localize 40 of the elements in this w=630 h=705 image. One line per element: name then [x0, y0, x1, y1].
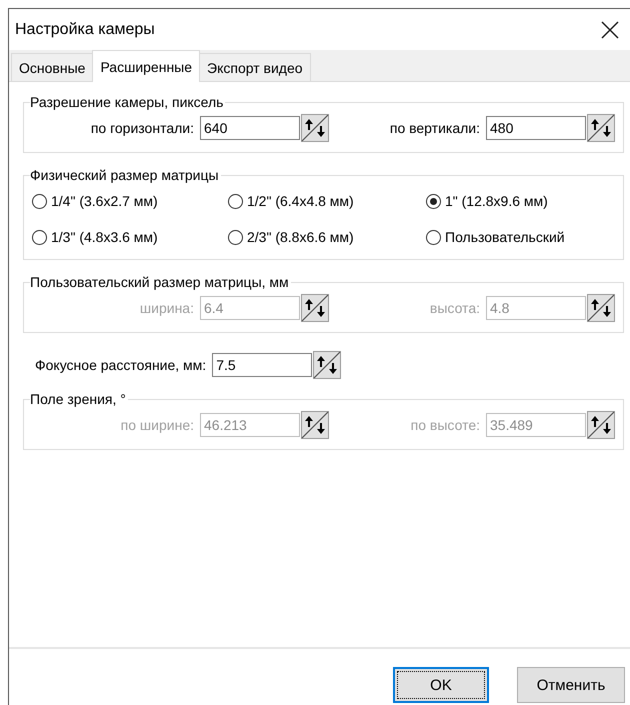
dialog-button[interactable]: Отменить — [517, 667, 625, 703]
radio-option[interactable]: 2/3" (8.8x6.6 мм) — [228, 229, 426, 245]
window-title: Настройка камеры — [15, 20, 155, 38]
radio-button[interactable] — [228, 230, 243, 244]
input-field[interactable]: 7.5 — [212, 353, 312, 377]
group-title: Поле зрения, ° — [30, 391, 127, 407]
tab[interactable]: Основные — [11, 53, 94, 81]
tab[interactable]: Расширенные — [92, 50, 200, 82]
spinner-icon[interactable] — [313, 351, 342, 379]
field-label: по вертикали: — [388, 120, 480, 136]
radio-button[interactable] — [32, 194, 47, 208]
spinner-icon[interactable] — [587, 114, 615, 142]
field-label: по ширине: — [120, 417, 194, 433]
spinner-icon[interactable] — [301, 294, 329, 322]
radio-option[interactable]: 1/4" (3.6x2.7 мм) — [32, 193, 228, 209]
radio-option[interactable]: 1/3" (4.8x3.6 мм) — [32, 229, 228, 245]
radio-button[interactable] — [426, 230, 441, 244]
radio-option[interactable]: 1/2" (6.4x4.8 мм) — [228, 193, 426, 209]
radio-button[interactable] — [228, 194, 243, 208]
spinner-icon[interactable] — [587, 411, 615, 439]
spinner-icon[interactable] — [587, 294, 615, 322]
spinner-icon[interactable] — [301, 114, 329, 142]
radio-button[interactable] — [32, 230, 47, 244]
field-label: высота: — [428, 300, 480, 316]
group-title: Пользовательский размер матрицы, мм — [30, 274, 290, 290]
field-label: по горизонтали: — [90, 120, 194, 136]
group-title: Физический размер матрицы — [30, 167, 220, 183]
radio-option[interactable]: 1" (12.8x9.6 мм) — [426, 193, 606, 209]
input-field[interactable]: 640 — [200, 116, 300, 140]
group-title: Разрешение камеры, пиксель — [30, 94, 224, 110]
close-icon[interactable] — [600, 20, 620, 40]
input-field[interactable]: 480 — [486, 116, 586, 140]
field-label: Фокусное расстояние, мм: — [35, 357, 206, 373]
field-label: по высоте: — [410, 417, 480, 433]
dialog-button[interactable]: OK — [393, 667, 489, 703]
spinner-icon[interactable] — [301, 411, 329, 439]
radio-option[interactable]: Пользовательский — [426, 229, 606, 245]
radio-button[interactable] — [426, 194, 441, 208]
field-label: ширина: — [138, 300, 194, 316]
tab[interactable]: Экспорт видео — [199, 53, 311, 81]
